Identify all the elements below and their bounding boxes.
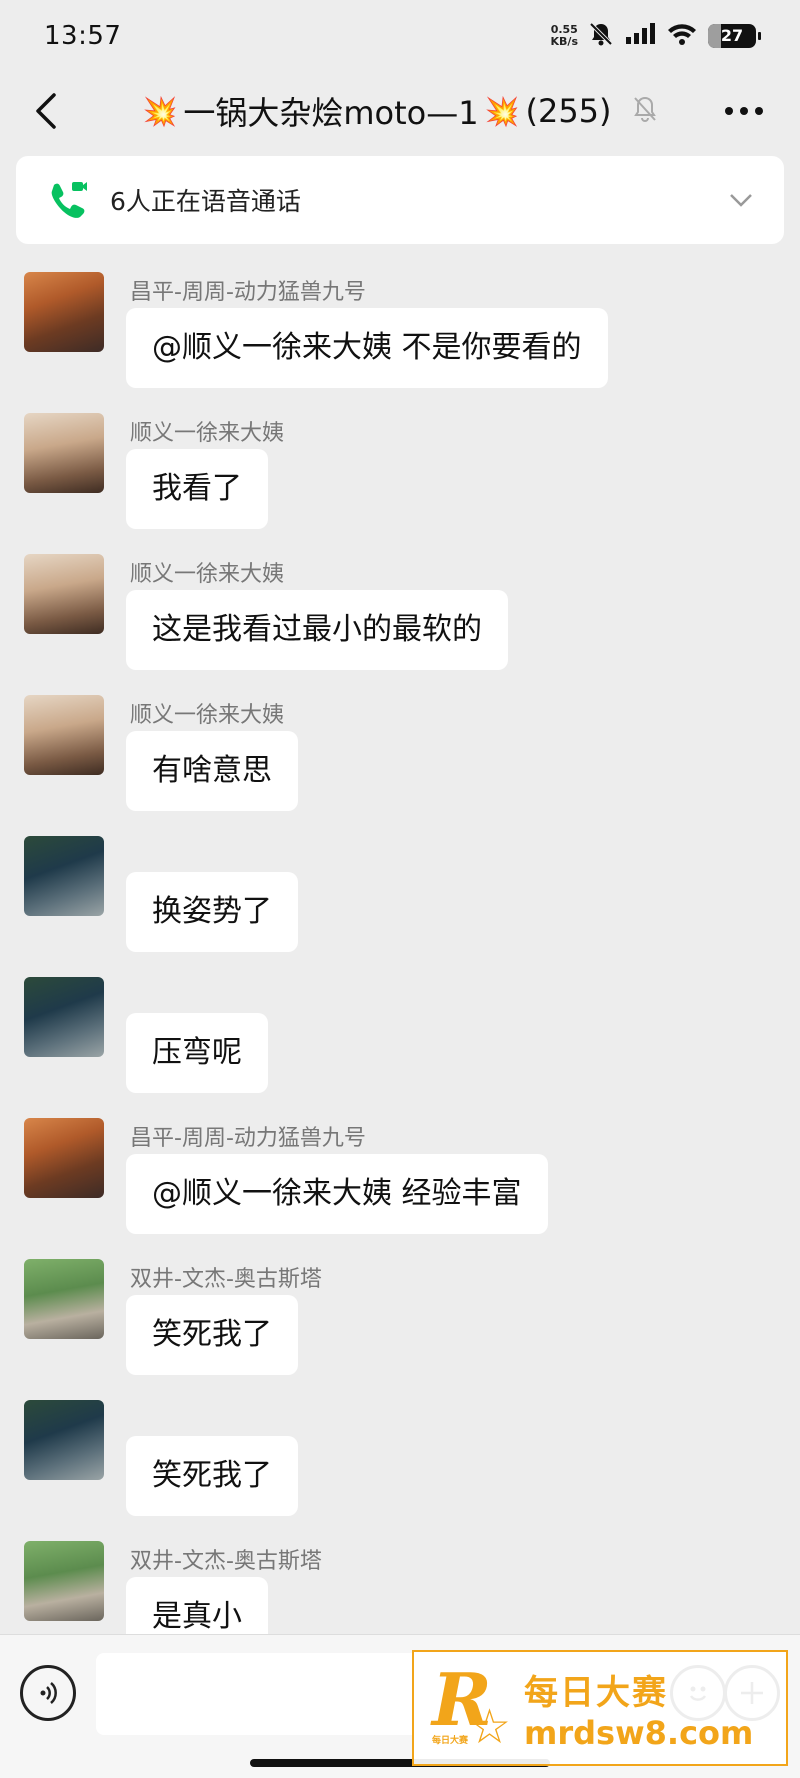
message-bubble[interactable]: 这是我看过最小的最软的 (126, 590, 508, 670)
battery-percent: 27 (720, 26, 744, 45)
avatar[interactable] (24, 1400, 104, 1480)
sender-name: 双井-文杰-奥古斯塔 (130, 1267, 322, 1292)
message-bubble[interactable]: 笑死我了 (126, 1436, 298, 1516)
network-speed: 0.55 KB/s (551, 24, 578, 48)
group-title-wrap: 💥 一锅大杂烩moto—1 💥 (255) (142, 88, 657, 134)
avatar[interactable] (24, 554, 104, 634)
voice-input-button[interactable] (20, 1665, 76, 1721)
mute-bell-icon (632, 95, 658, 127)
sender-name: 昌平-周周-动力猛兽九号 (130, 1126, 366, 1151)
avatar[interactable] (24, 272, 104, 352)
phone-video-icon (51, 182, 87, 218)
watermark-logo-small: 每日大赛 (432, 1736, 469, 1746)
group-title: 一锅大杂烩moto—1 (183, 94, 479, 132)
chat-header: 💥 一锅大杂烩moto—1 💥 (255) (0, 72, 800, 150)
watermark-url: mrdsw8.com (524, 1713, 754, 1752)
back-button[interactable] (26, 86, 66, 136)
voice-call-banner[interactable]: 6人正在语音通话 (16, 156, 784, 244)
watermark-logo: R ☆ 每日大赛 (428, 1657, 516, 1755)
avatar[interactable] (24, 1118, 104, 1198)
sender-name: 顺义一徐来大姨 (130, 421, 285, 446)
avatar[interactable] (24, 836, 104, 916)
message-bubble[interactable]: @顺义一徐来大姨 不是你要看的 (126, 308, 608, 388)
watermark: R ☆ 每日大赛 每日大赛 mrdsw8.com (412, 1650, 788, 1766)
boom-emoji-right: 💥 (484, 94, 520, 128)
watermark-name: 每日大赛 (524, 1672, 668, 1713)
sender-name: 双井-文杰-奥古斯塔 (130, 1549, 322, 1574)
back-icon (36, 93, 56, 129)
chevron-down-icon[interactable] (728, 192, 754, 208)
sender-name: 昌平-周周-动力猛兽九号 (130, 280, 366, 305)
status-time: 13:57 (44, 21, 122, 51)
avatar[interactable] (24, 695, 104, 775)
message-bubble[interactable]: 我看了 (126, 449, 268, 529)
sender-name: 顺义一徐来大姨 (130, 703, 285, 728)
message-bubble[interactable]: @顺义一徐来大姨 经验丰富 (126, 1154, 548, 1234)
avatar[interactable] (24, 1541, 104, 1621)
message-bubble[interactable]: 换姿势了 (126, 872, 298, 952)
member-count: (255) (525, 92, 612, 130)
mute-bell-icon (588, 21, 614, 51)
boom-emoji-left: 💥 (142, 94, 178, 128)
watermark-text: 每日大赛 mrdsw8.com (524, 1665, 753, 1752)
voice-input-icon (40, 1682, 57, 1704)
signal-icon (624, 22, 656, 50)
more-icon (725, 107, 763, 115)
message-bubble[interactable]: 有啥意思 (126, 731, 298, 811)
sender-name: 顺义一徐来大姨 (130, 562, 285, 587)
voice-call-text: 6人正在语音通话 (110, 187, 301, 216)
wifi-icon (666, 21, 698, 51)
more-button[interactable] (714, 86, 774, 136)
avatar[interactable] (24, 977, 104, 1057)
network-speed-unit: KB/s (550, 35, 578, 48)
battery-level (708, 24, 721, 48)
message-bubble[interactable]: 笑死我了 (126, 1295, 298, 1375)
message-bubble[interactable]: 压弯呢 (126, 1013, 268, 1093)
battery-icon: 27 (708, 24, 761, 48)
star-icon: ☆ (468, 1699, 512, 1755)
avatar[interactable] (24, 413, 104, 493)
status-icons: 0.55 KB/s 27 (551, 21, 761, 51)
avatar[interactable] (24, 1259, 104, 1339)
status-bar: 13:57 0.55 KB/s 27 (0, 0, 800, 72)
